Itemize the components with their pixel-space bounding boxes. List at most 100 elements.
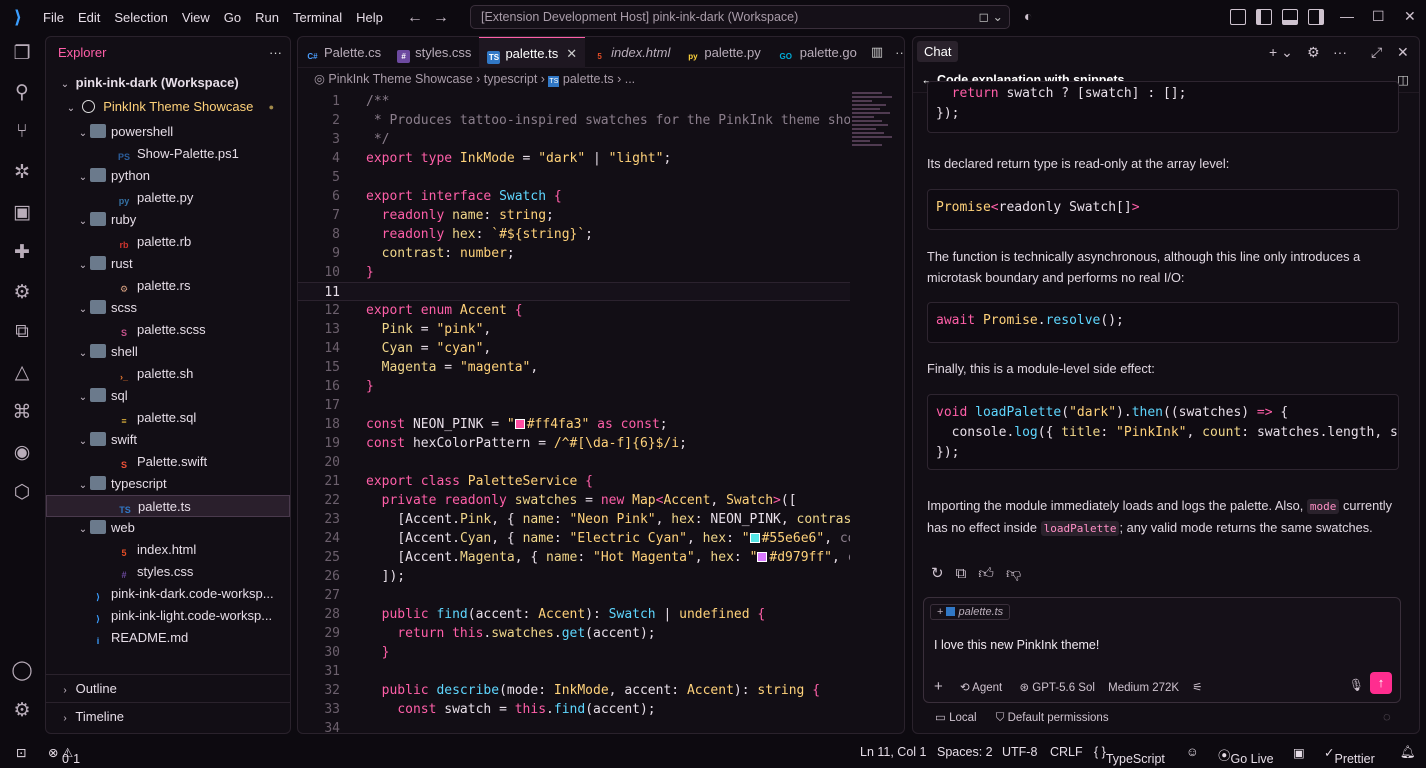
toggle-sidebar-icon[interactable] bbox=[1256, 9, 1272, 25]
maximize-icon[interactable]: ⤢ bbox=[1371, 44, 1382, 61]
code-line[interactable]: 31 bbox=[298, 662, 850, 681]
file-item[interactable]: Spalette.scss bbox=[46, 319, 290, 341]
tab-styles-css[interactable]: # styles.css bbox=[389, 37, 479, 68]
file-item[interactable]: ⚙ palette.rs bbox=[46, 275, 290, 297]
menu-run[interactable]: Run bbox=[248, 0, 286, 35]
code-line[interactable]: 16} bbox=[298, 377, 850, 396]
minimap[interactable] bbox=[852, 92, 896, 152]
language-mode[interactable]: { } TypeScript bbox=[1094, 745, 1165, 766]
breadcrumb-item[interactable]: ... bbox=[625, 72, 635, 86]
code-line[interactable]: 19 const hexColorPattern = /^#[\da-f]{6}$… bbox=[298, 434, 850, 453]
more-actions-icon[interactable]: ··· bbox=[269, 37, 282, 69]
settings-gear-icon[interactable]: ⚙ bbox=[10, 698, 34, 722]
code-line[interactable]: 18 const NEON_PINK = " #ff4fa3" as const; bbox=[298, 415, 850, 434]
folder-item[interactable]: ⌄ typescript bbox=[46, 473, 290, 495]
back-arrow-icon[interactable]: ← bbox=[402, 9, 428, 27]
retry-icon[interactable]: ↻ bbox=[931, 565, 956, 582]
code-line[interactable]: 23 [Accent.Pink, { name: "Neon Pink", he… bbox=[298, 510, 850, 529]
menu-edit[interactable]: Edit bbox=[71, 0, 107, 35]
code-line[interactable]: 1/** bbox=[298, 92, 850, 111]
menu-view[interactable]: View bbox=[175, 0, 217, 35]
add-icon[interactable]: + bbox=[934, 678, 943, 695]
code-line[interactable]: 14 Cyan = "cyan", bbox=[298, 339, 850, 358]
file-item[interactable]: ›_ palette.sh bbox=[46, 363, 290, 385]
code-line[interactable]: 34 bbox=[298, 719, 850, 733]
code-line[interactable]: 22 private readonly swatches = new Map<A… bbox=[298, 491, 850, 510]
account-icon[interactable]: ◯ bbox=[10, 658, 34, 682]
code-line[interactable]: 11 bbox=[298, 282, 850, 301]
line-endings[interactable]: CRLF bbox=[1050, 745, 1083, 759]
toggle-secondary-sidebar-icon[interactable] bbox=[1308, 9, 1324, 25]
code-line[interactable]: 26 ]); bbox=[298, 567, 850, 586]
code-line[interactable]: 5 bbox=[298, 168, 850, 187]
new-chat-icon[interactable]: + ⌄ bbox=[1269, 44, 1293, 61]
code-line[interactable]: 4 export type InkMode = "dark" | "light"; bbox=[298, 149, 850, 168]
file-item[interactable]: ≡ palette.sql bbox=[46, 407, 290, 429]
permissions-picker[interactable]: ⛉ Default permissions bbox=[996, 712, 1109, 724]
code-line[interactable]: 9 contrast: number; bbox=[298, 244, 850, 263]
file-item[interactable]: 5 index.html bbox=[46, 539, 290, 561]
tab-palette-cs[interactable]: C# Palette.cs bbox=[298, 37, 389, 68]
file-item[interactable]: PS Show-Palette.ps1 bbox=[46, 143, 290, 165]
python-icon[interactable]: ⌘ bbox=[10, 400, 34, 424]
minimize-icon[interactable]: — bbox=[1340, 8, 1354, 24]
indentation[interactable]: Spaces: 2 bbox=[937, 745, 993, 759]
folder-item[interactable]: ⌄ swift bbox=[46, 429, 290, 451]
folder-item[interactable]: ⌄ ruby bbox=[46, 209, 290, 231]
tab-palette-ts[interactable]: TS palette.ts ✕ bbox=[479, 37, 586, 68]
breadcrumb-item[interactable]: palette.ts bbox=[563, 72, 614, 86]
code-line[interactable]: 32 public describe(mode: InkMode, accent… bbox=[298, 681, 850, 700]
forward-arrow-icon[interactable]: → bbox=[428, 9, 454, 27]
code-line[interactable]: 8 readonly hex: `#${string}`; bbox=[298, 225, 850, 244]
notifications-bell-icon[interactable]: 🔔︎ bbox=[1400, 745, 1416, 760]
file-item[interactable]: # styles.css bbox=[46, 561, 290, 583]
explorer-icon[interactable]: ❐ bbox=[10, 41, 34, 65]
copilot-icon[interactable]: ◐ bbox=[1024, 8, 1032, 24]
file-item[interactable]: ⟩ pink-ink-dark.code-worksp... bbox=[46, 583, 290, 605]
copy-icon[interactable]: ⧉ bbox=[956, 565, 979, 582]
source-control-icon[interactable]: ⑂ bbox=[10, 120, 34, 144]
github-icon[interactable]: ◉ bbox=[10, 440, 34, 464]
timeline-section[interactable]: › Timeline bbox=[46, 702, 290, 730]
code-line[interactable]: 3 */ bbox=[298, 130, 850, 149]
go-live[interactable]: ⦿ Go Live bbox=[1218, 745, 1274, 766]
extensions-icon[interactable]: ✚ bbox=[10, 240, 34, 264]
code-line[interactable]: 13 Pink = "pink", bbox=[298, 320, 850, 339]
file-item[interactable]: i README.md bbox=[46, 627, 290, 649]
code-line[interactable]: 12 export enum Accent { bbox=[298, 301, 850, 320]
code-line[interactable]: 17 bbox=[298, 396, 850, 415]
send-button[interactable]: ↑ bbox=[1370, 672, 1392, 694]
file-item[interactable]: py palette.py bbox=[46, 187, 290, 209]
code-editor[interactable]: 1/** 2 * Produces tattoo-inspired swatche… bbox=[298, 91, 850, 733]
close-tab-icon[interactable]: ✕ bbox=[566, 46, 577, 61]
folder-item[interactable]: ⌄ powershell bbox=[46, 121, 290, 143]
tools-icon[interactable]: ⚟ bbox=[1192, 682, 1202, 694]
file-item[interactable]: rb palette.rb bbox=[46, 231, 290, 253]
code-line[interactable]: 30 } bbox=[298, 643, 850, 662]
code-line[interactable]: 29 return this.swatches.get(accent); bbox=[298, 624, 850, 643]
code-line[interactable]: 25 [Accent.Magenta, { name: "Hot Magenta… bbox=[298, 548, 850, 567]
testing-icon[interactable]: ⧉ bbox=[10, 320, 34, 344]
local-picker[interactable]: ▭ Local bbox=[935, 712, 977, 724]
chat-tab[interactable]: Chat bbox=[917, 41, 959, 62]
run-debug-icon[interactable]: ✲ bbox=[10, 160, 34, 184]
menu-terminal[interactable]: Terminal bbox=[286, 0, 349, 35]
problems-indicator[interactable]: ⊗ 0 ⚠ 1 bbox=[48, 745, 80, 766]
menu-help[interactable]: Help bbox=[349, 0, 390, 35]
folder-item[interactable]: ⌄ rust bbox=[46, 253, 290, 275]
tab-palette-py[interactable]: py palette.py bbox=[678, 37, 768, 68]
tab-palette-go[interactable]: GO palette.go bbox=[769, 37, 865, 68]
root-folder[interactable]: ⌄ PinkInk Theme Showcase ● bbox=[46, 96, 290, 118]
effort-picker[interactable]: Medium 272K bbox=[1108, 682, 1179, 694]
folder-item[interactable]: ⌄ python bbox=[46, 165, 290, 187]
code-line[interactable]: 2 * Produces tattoo-inspired swatches fo… bbox=[298, 111, 850, 130]
extension-status-icon[interactable]: ▣ bbox=[1293, 745, 1305, 760]
close-icon[interactable]: ✕ bbox=[1404, 8, 1416, 25]
workspace-root[interactable]: ⌄ pink-ink-dark (Workspace) bbox=[46, 72, 290, 94]
cube-icon[interactable]: ⬡ bbox=[10, 480, 34, 504]
code-line[interactable]: 28 public find(accent: Accent): Swatch |… bbox=[298, 605, 850, 624]
code-line[interactable]: 15 Magenta = "magenta", bbox=[298, 358, 850, 377]
code-line[interactable]: 24 [Accent.Cyan, { name: "Electric Cyan"… bbox=[298, 529, 850, 548]
split-editor-icon[interactable]: ▥ bbox=[871, 44, 883, 60]
deploy-icon[interactable]: △ bbox=[10, 360, 34, 384]
